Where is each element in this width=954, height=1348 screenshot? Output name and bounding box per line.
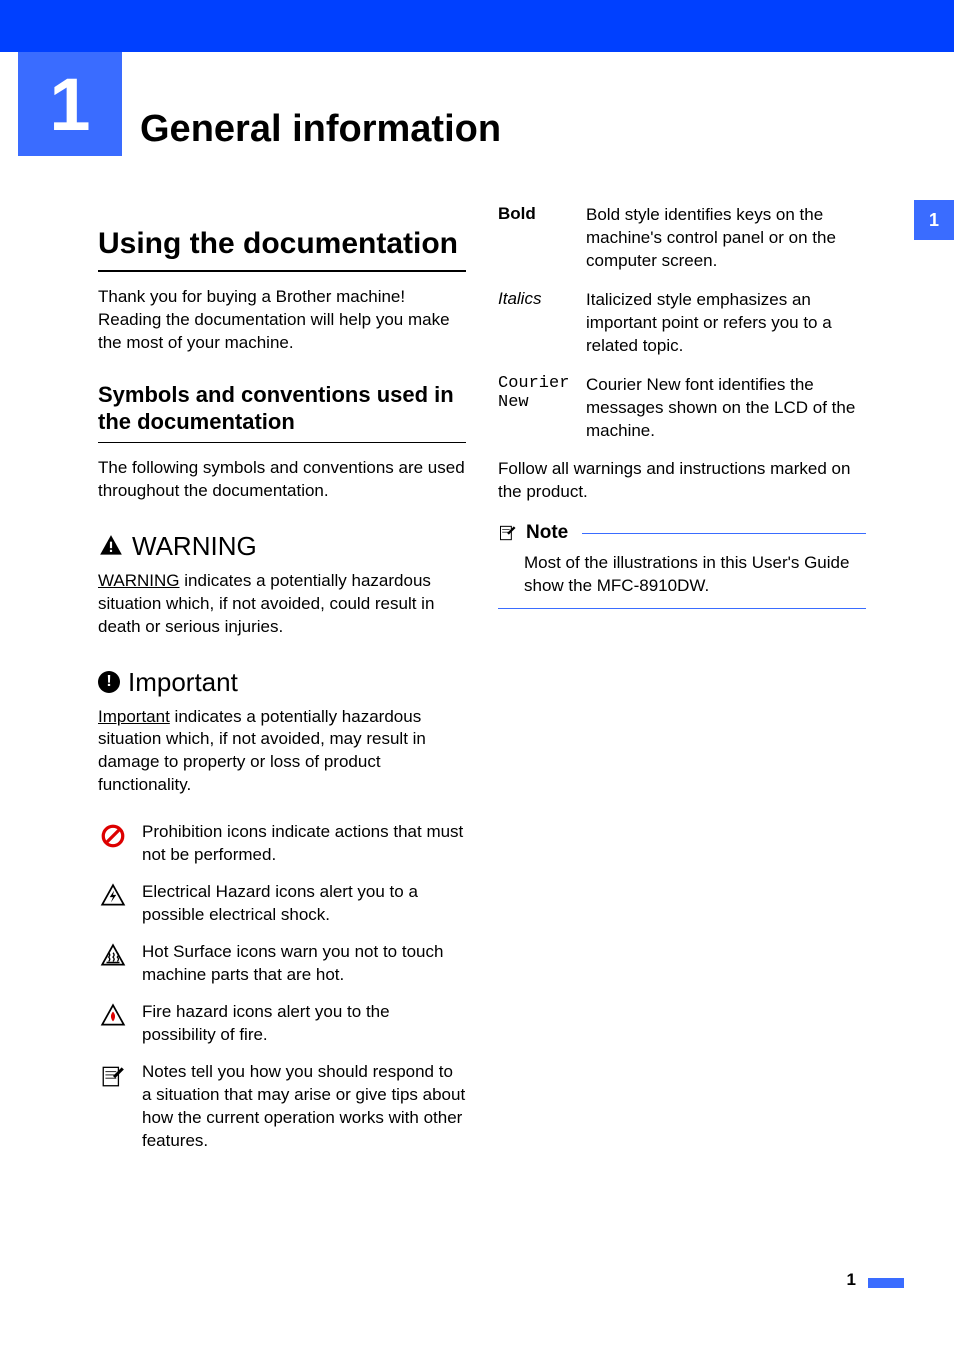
table-row: Hot Surface icons warn you not to touch …: [98, 941, 466, 987]
chapter-title: General information: [122, 52, 501, 156]
prohibition-icon: [98, 821, 128, 849]
warning-heading-text: WARNING: [132, 531, 257, 562]
table-row: Bold Bold style identifies keys on the m…: [498, 204, 866, 273]
note-heading: Note: [498, 522, 866, 544]
important-block: ! Important Important indicates a potent…: [98, 667, 466, 798]
follow-warnings-text: Follow all warnings and instructions mar…: [498, 458, 866, 504]
hot-surface-icon: [98, 941, 128, 969]
warning-block: WARNING WARNING indicates a potentially …: [98, 531, 466, 639]
important-heading-text: Important: [128, 667, 238, 698]
electrical-hazard-icon: [98, 881, 128, 909]
section-heading-using-doc: Using the documentation: [98, 226, 466, 272]
bold-label: Bold: [498, 204, 572, 224]
italics-label: Italics: [498, 289, 572, 309]
typography-style-table: Bold Bold style identifies keys on the m…: [498, 204, 866, 442]
hot-desc: Hot Surface icons warn you not to touch …: [142, 941, 466, 987]
warning-underlined: WARNING: [98, 571, 180, 590]
note-pencil-icon: [498, 523, 518, 543]
note-body: Most of the illustrations in this User's…: [498, 544, 866, 609]
chapter-number-box: 1: [18, 52, 122, 156]
intro-paragraph: Thank you for buying a Brother machine! …: [98, 286, 466, 355]
top-blue-strip: [0, 0, 954, 52]
note-desc: Notes tell you how you should respond to…: [142, 1061, 466, 1153]
table-row: Prohibition icons indicate actions that …: [98, 821, 466, 867]
important-paragraph: Important indicates a potentially hazard…: [98, 706, 466, 798]
important-circle-icon: !: [98, 671, 120, 693]
symbols-intro: The following symbols and conventions ar…: [98, 457, 466, 503]
italics-desc: Italicized style emphasizes an important…: [586, 289, 866, 358]
warning-triangle-icon: [98, 533, 124, 559]
table-row: Notes tell you how you should respond to…: [98, 1061, 466, 1153]
note-write-icon: [98, 1061, 128, 1089]
table-row: Courier New Courier New font identifies …: [498, 374, 866, 443]
note-callout: Note Most of the illustrations in this U…: [498, 522, 866, 609]
note-heading-text: Note: [526, 522, 568, 544]
chapter-number: 1: [49, 62, 90, 147]
page-number: 1: [847, 1270, 856, 1290]
prohibition-desc: Prohibition icons indicate actions that …: [142, 821, 466, 867]
table-row: Fire hazard icons alert you to the possi…: [98, 1001, 466, 1047]
warning-heading: WARNING: [98, 531, 466, 562]
fire-desc: Fire hazard icons alert you to the possi…: [142, 1001, 466, 1047]
icon-description-table: Prohibition icons indicate actions that …: [98, 821, 466, 1152]
right-column: Bold Bold style identifies keys on the m…: [498, 176, 866, 1153]
table-row: Electrical Hazard icons alert you to a p…: [98, 881, 466, 927]
courier-label: Courier New: [498, 374, 572, 412]
side-chapter-tab-number: 1: [929, 210, 939, 231]
fire-hazard-icon: [98, 1001, 128, 1029]
note-top-rule: [582, 533, 866, 534]
bold-desc: Bold style identifies keys on the machin…: [586, 204, 866, 273]
left-column: Using the documentation Thank you for bu…: [98, 176, 466, 1153]
section-heading-symbols: Symbols and conventions used in the docu…: [98, 381, 466, 443]
footer-blue-mark: [868, 1278, 904, 1288]
courier-desc: Courier New font identifies the messages…: [586, 374, 866, 443]
important-underlined: Important: [98, 707, 170, 726]
important-heading: ! Important: [98, 667, 466, 698]
side-chapter-tab: 1: [914, 200, 954, 240]
warning-paragraph: WARNING indicates a potentially hazardou…: [98, 570, 466, 639]
electrical-desc: Electrical Hazard icons alert you to a p…: [142, 881, 466, 927]
table-row: Italics Italicized style emphasizes an i…: [498, 289, 866, 358]
